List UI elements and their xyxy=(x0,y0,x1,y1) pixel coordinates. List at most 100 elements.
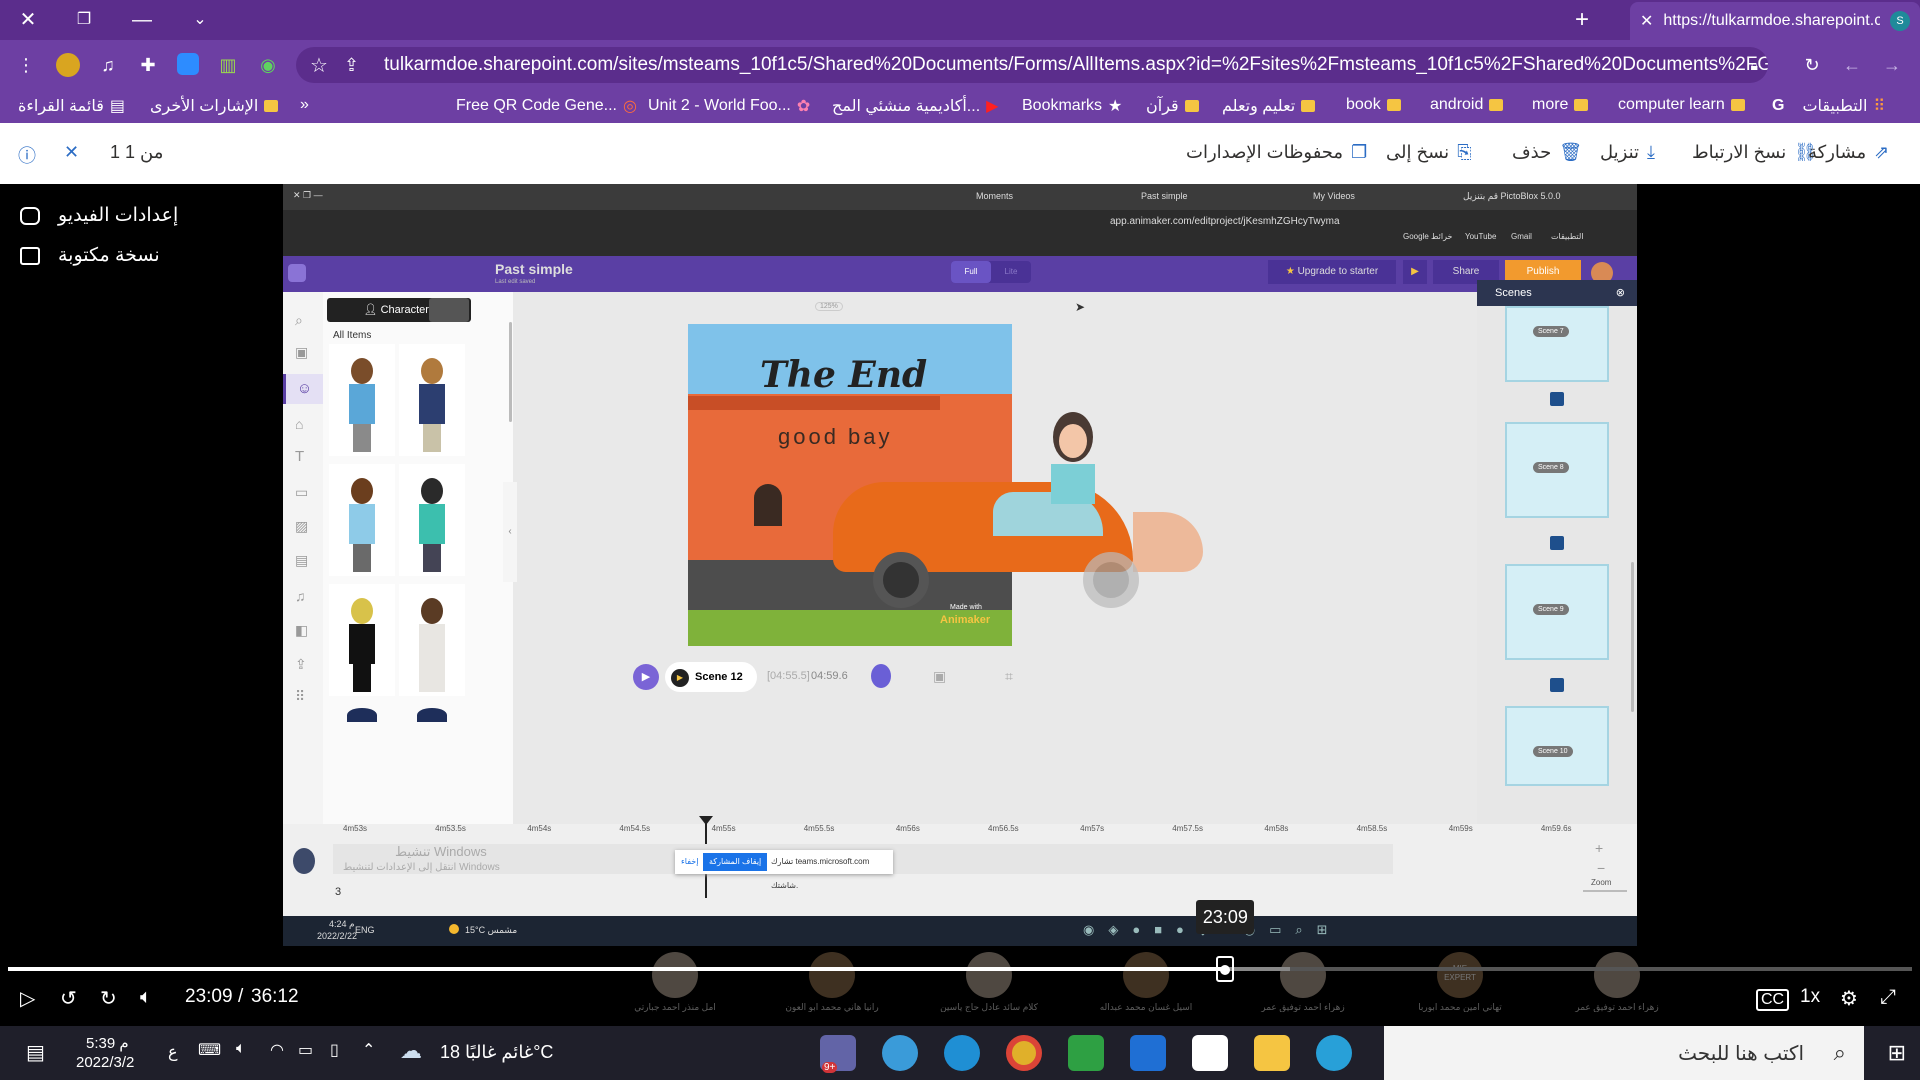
windows-start-icon[interactable]: ⊞ xyxy=(1888,1040,1906,1066)
props-tool-icon[interactable]: ⌂ xyxy=(295,416,303,432)
bookmark-unit2[interactable]: Unit 2 - World Foo... ✿ xyxy=(648,96,810,116)
video-settings-item[interactable]: إعدادات الفيديو xyxy=(20,204,178,227)
collapse-panel-icon[interactable]: ‹ xyxy=(503,482,517,582)
chart-extension-icon[interactable]: ▥ xyxy=(216,53,240,77)
transcript-item[interactable]: نسخة مكتوبة xyxy=(20,244,160,267)
zoom-badge[interactable]: 125% xyxy=(815,302,843,311)
rewind-10-icon[interactable]: ↺ xyxy=(60,986,77,1011)
bookmark-learn[interactable]: تعليم وتعلم xyxy=(1222,96,1316,116)
scene-card[interactable]: Scene 7 xyxy=(1505,306,1609,382)
back-icon[interactable]: → xyxy=(1880,53,1904,77)
character-track-icon[interactable] xyxy=(293,848,315,874)
language-indicator[interactable]: ع xyxy=(168,1042,178,1062)
fullscreen-icon[interactable]: ⤢ xyxy=(1880,986,1896,1009)
character-thumb[interactable] xyxy=(347,708,377,722)
close-tab-icon[interactable]: ✕ xyxy=(1640,11,1653,31)
close-scenes-icon[interactable]: ⊗ xyxy=(1616,280,1625,306)
progress-bar[interactable]: 23:09 xyxy=(8,900,1912,982)
bookmark-star-icon[interactable]: ☆ xyxy=(310,53,328,78)
excel-like-icon[interactable] xyxy=(1068,1035,1104,1071)
bookmark-bookmarks[interactable]: Bookmarks ★ xyxy=(1022,96,1122,116)
notifications-icon[interactable]: ▤ xyxy=(26,1040,45,1065)
settings-gear-icon[interactable]: ⚙ xyxy=(1840,986,1858,1011)
forward-icon[interactable]: ← xyxy=(1840,53,1864,77)
edge-icon[interactable] xyxy=(944,1035,980,1071)
extensions-icon[interactable]: ✚ xyxy=(136,53,160,77)
scene-selector[interactable]: ▶ Scene 12 xyxy=(665,662,757,692)
scene-transition-icon[interactable] xyxy=(1550,392,1564,406)
search-tool-icon[interactable]: ⌕ xyxy=(295,312,303,329)
progress-thumb[interactable]: 23:09 xyxy=(1196,900,1255,982)
effects-tool-icon[interactable]: ◧ xyxy=(295,622,308,639)
bookmark-apps[interactable]: G التطبيقات ⠿ xyxy=(1772,96,1885,116)
zoom-slider[interactable] xyxy=(1583,890,1627,892)
video-frame[interactable]: ✕ ❐ — Moments Past simple My Videos قم ب… xyxy=(283,184,1637,946)
minimize-window-icon[interactable]: — xyxy=(128,6,156,34)
close-window-icon[interactable]: ✕ xyxy=(14,6,42,34)
bg-tool-icon[interactable]: ▭ xyxy=(295,484,308,501)
file-explorer-icon[interactable] xyxy=(1254,1035,1290,1071)
keyboard-icon[interactable]: ⌨ xyxy=(198,1040,221,1060)
music-tool-icon[interactable]: ♫ xyxy=(295,588,306,604)
browser-tab[interactable]: ✕ https://tulkarmdoe.sharepoint.co S xyxy=(1630,2,1920,40)
reload-icon[interactable]: ↻ xyxy=(1800,53,1824,77)
bookmarks-overflow[interactable]: » xyxy=(300,96,309,114)
character-thumb[interactable] xyxy=(399,464,465,576)
wifi-icon[interactable]: ◠ xyxy=(270,1040,284,1060)
scene-card[interactable]: Scene 8 xyxy=(1505,422,1609,518)
play-icon[interactable]: ▷ xyxy=(20,986,35,1011)
bookmark-computer-learn[interactable]: computer learn xyxy=(1618,96,1745,114)
character-thumb[interactable] xyxy=(329,584,395,696)
image-tool-icon[interactable]: ▨ xyxy=(295,518,308,535)
version-history-button[interactable]: محفوظات الإصدارات ❐ xyxy=(1186,142,1367,163)
bookmark-academy[interactable]: أكاديمية منشئي المح... ▶ xyxy=(832,96,998,116)
tab-search-icon[interactable]: ⌄ xyxy=(186,6,214,34)
delete-button[interactable]: حذف 🗑︎ xyxy=(1512,142,1582,163)
edge-dev-icon[interactable] xyxy=(1316,1035,1352,1071)
chrome-icon[interactable] xyxy=(1006,1035,1042,1071)
taskbar-weather[interactable]: غائم غالبًا 18°C xyxy=(440,1042,553,1063)
captions-icon[interactable]: CC xyxy=(1756,989,1790,1011)
playhead-handle[interactable] xyxy=(699,816,713,825)
forward-10-icon[interactable]: ↻ xyxy=(100,986,117,1011)
camera-icon[interactable]: ▣ xyxy=(933,668,946,685)
scene-card[interactable]: Scene 10 xyxy=(1505,706,1609,786)
media-control-icon[interactable]: ♫ xyxy=(96,53,120,77)
mode-full[interactable]: Full xyxy=(951,261,991,283)
mode-toggle[interactable]: Full Lite xyxy=(951,261,1031,283)
scene-transition-icon[interactable] xyxy=(1550,678,1564,692)
character-thumb[interactable] xyxy=(329,464,395,576)
zoom-in-icon[interactable]: + xyxy=(1595,840,1603,856)
character-thumb[interactable] xyxy=(329,344,395,456)
store-icon[interactable] xyxy=(1192,1035,1228,1071)
taskbar-search[interactable]: اكتب هنا للبحث ⌕ xyxy=(1384,1026,1864,1080)
hide-share-button[interactable]: إخفاء xyxy=(681,850,698,874)
bookmark-book[interactable]: book xyxy=(1346,96,1401,114)
bookmark-more[interactable]: more xyxy=(1532,96,1589,114)
more-tools-icon[interactable]: ⠿ xyxy=(295,688,305,705)
scene-transition-icon[interactable] xyxy=(1550,536,1564,550)
driver-character[interactable] xyxy=(1043,412,1103,512)
copy-link-button[interactable]: نسخ الارتباط ⛓︎ xyxy=(1692,142,1817,163)
scenes-scrollbar[interactable] xyxy=(1631,562,1634,712)
address-bar[interactable]: ☆ ⇪ tulkarmdoe.sharepoint.com/sites/mste… xyxy=(296,47,1768,83)
video-tool-icon[interactable]: ▤ xyxy=(295,552,308,569)
copy-to-button[interactable]: نسخ إلى ⎘ xyxy=(1386,142,1472,163)
text-tool-icon[interactable]: T xyxy=(295,448,304,465)
mail-icon[interactable] xyxy=(1130,1035,1166,1071)
character-thumb[interactable] xyxy=(417,708,447,722)
menu-dots-icon[interactable]: ⋮ xyxy=(14,53,38,77)
share-page-icon[interactable]: ⇪ xyxy=(344,55,359,76)
zoom-extension-icon[interactable] xyxy=(176,53,200,77)
play-scene-button[interactable]: ▶ xyxy=(633,664,659,690)
info-button[interactable]: ⓘ xyxy=(18,142,36,168)
upload-tool-icon[interactable]: ⇪ xyxy=(295,656,307,673)
tray-chevron-icon[interactable]: ⌃ xyxy=(362,1040,375,1060)
preview-button[interactable]: ▶ xyxy=(1403,260,1427,284)
volume-icon[interactable]: 🔈︎ xyxy=(140,986,152,1009)
character-cursor-icon[interactable] xyxy=(871,664,891,688)
teams-icon[interactable]: 9+ xyxy=(820,1035,856,1073)
headphones-extension-icon[interactable]: ◉ xyxy=(256,53,280,77)
paint-icon[interactable] xyxy=(882,1035,918,1071)
character-tool-icon[interactable]: ☺ xyxy=(283,374,323,404)
